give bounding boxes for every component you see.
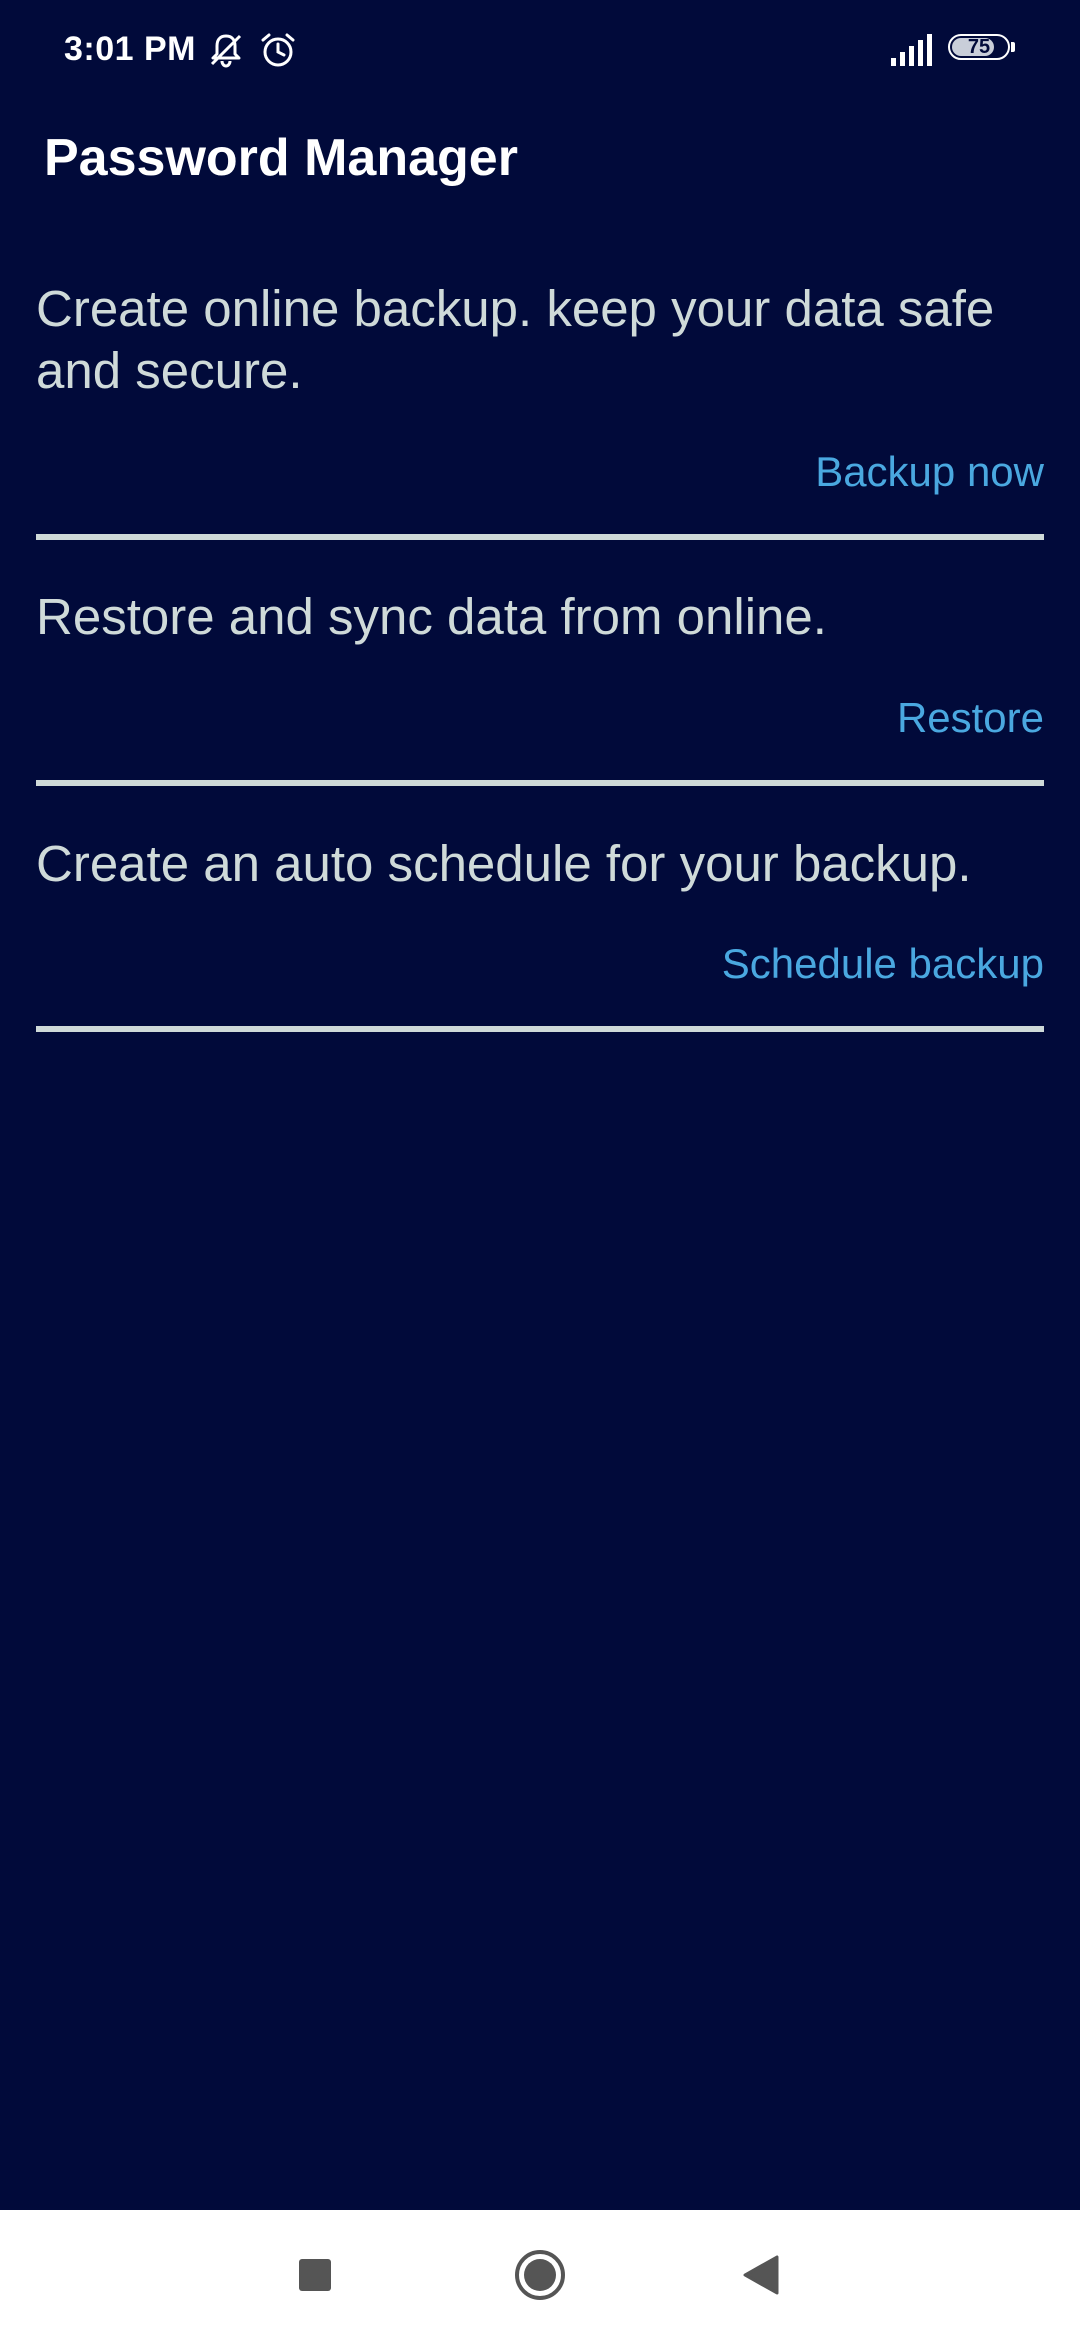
signal-icon (891, 34, 932, 66)
backup-description: Create online backup. keep your data saf… (36, 280, 995, 399)
recents-icon (299, 2259, 331, 2291)
navigation-bar (0, 2210, 1080, 2340)
section-divider (36, 1026, 1044, 1032)
restore-button[interactable]: Restore (897, 694, 1044, 742)
schedule-section: Create an auto schedule for your backup.… (36, 833, 1044, 1043)
backup-now-button[interactable]: Backup now (815, 448, 1044, 496)
battery-level-text: 75 (967, 36, 991, 58)
recents-button[interactable] (272, 2232, 358, 2318)
section-divider (36, 534, 1044, 540)
back-icon (743, 2255, 779, 2295)
section-divider (36, 780, 1044, 786)
schedule-backup-button[interactable]: Schedule backup (722, 940, 1044, 988)
app-screen: 3:01 PM 75 Password Manager Create onlin… (0, 0, 1080, 2340)
restore-section: Restore and sync data from online. Resto… (36, 586, 1044, 796)
silent-icon (210, 34, 242, 68)
backup-section: Create online backup. keep your data saf… (36, 278, 1044, 548)
status-time: 3:01 PM (64, 30, 196, 68)
back-button[interactable] (718, 2232, 804, 2318)
page-title: Password Manager (44, 129, 518, 187)
schedule-description: Create an auto schedule for your backup. (36, 835, 972, 892)
alarm-icon (261, 33, 295, 67)
battery-icon: 75 (948, 34, 1016, 64)
home-button[interactable] (497, 2232, 583, 2318)
restore-description: Restore and sync data from online. (36, 588, 827, 645)
home-icon (515, 2250, 565, 2300)
status-bar: 3:01 PM 75 (0, 0, 1080, 100)
